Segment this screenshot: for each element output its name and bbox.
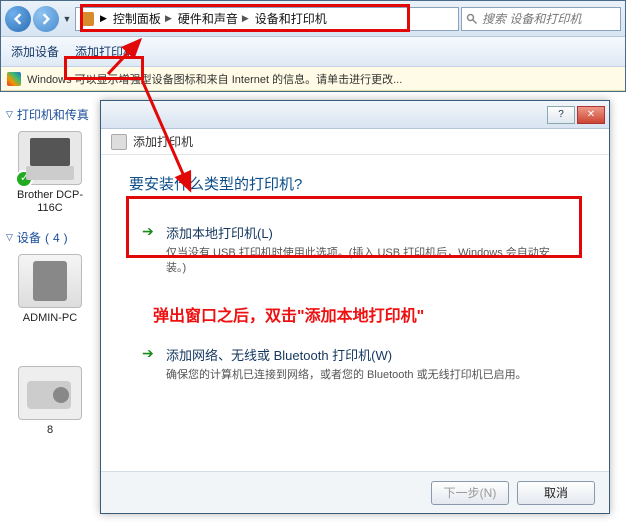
category-label: 设备 <box>17 229 41 246</box>
breadcrumb-part[interactable]: 控制面板 ▶ <box>113 10 172 27</box>
search-icon <box>466 13 478 25</box>
device-label: 8 <box>6 424 94 437</box>
info-bar[interactable]: Windows 可以显示增强型设备图标和来自 Internet 的信息。请单击进… <box>1 67 625 91</box>
nav-history-dropdown[interactable]: ▼ <box>61 14 73 24</box>
dialog-title: 添加打印机 <box>133 133 193 150</box>
pc-icon <box>18 254 82 308</box>
device-label: Brother DCP-116C <box>6 189 94 215</box>
device-list-pane: ▽ 打印机和传真 Brother DCP-116C ▽ 设备 (4) ADMIN… <box>0 92 100 522</box>
device-label: ADMIN-PC <box>6 312 94 325</box>
category-printers[interactable]: ▽ 打印机和传真 <box>6 106 94 123</box>
dialog-body: 要安装什么类型的打印机? ➔ 添加本地打印机(L) 仅当没有 USB 打印机时使… <box>101 155 609 406</box>
printer-icon <box>111 134 127 150</box>
help-icon: ? <box>558 109 564 120</box>
breadcrumb-label: 硬件和声音 <box>178 10 238 27</box>
option-description: 仅当没有 USB 打印机时使用此选项。(插入 USB 打印机后，Windows … <box>166 246 568 277</box>
address-bar-row: ▼ ▶ 控制面板 ▶ 硬件和声音 ▶ 设备和打印机 搜索 设备和打印机 <box>1 1 625 37</box>
category-devices[interactable]: ▽ 设备 (4) <box>6 229 94 246</box>
device-item-camera[interactable]: 8 <box>6 366 94 437</box>
arrow-right-icon: ➔ <box>142 345 156 383</box>
breadcrumb-part[interactable]: 硬件和声音 ▶ <box>178 10 249 27</box>
breadcrumb-part[interactable]: 设备和打印机 <box>255 10 327 27</box>
option-title: 添加本地打印机(L) <box>166 223 568 242</box>
control-panel-icon <box>80 12 94 26</box>
dialog-titlebar[interactable]: ? ✕ <box>101 101 609 129</box>
chevron-down-icon: ▼ <box>63 14 72 24</box>
camera-icon <box>18 366 82 420</box>
breadcrumb-label: 设备和打印机 <box>255 10 327 27</box>
arrow-left-icon <box>12 13 24 25</box>
add-device-button[interactable]: 添加设备 <box>11 43 59 60</box>
option-description: 确保您的计算机已连接到网络，或者您的 Bluetooth 或无线打印机已启用。 <box>166 368 527 383</box>
close-icon: ✕ <box>587 109 595 120</box>
shield-icon <box>7 72 21 86</box>
nav-back-button[interactable] <box>5 6 31 32</box>
dialog-footer: 下一步(N) 取消 <box>101 471 609 513</box>
category-count: 4 <box>53 231 60 245</box>
device-item-pc[interactable]: ADMIN-PC <box>6 254 94 325</box>
option-title: 添加网络、无线或 Bluetooth 打印机(W) <box>166 345 527 364</box>
cancel-button[interactable]: 取消 <box>517 481 595 505</box>
info-bar-text: Windows 可以显示增强型设备图标和来自 Internet 的信息。请单击进… <box>27 71 402 87</box>
chevron-right-icon: ▶ <box>242 13 249 24</box>
option-add-local-printer[interactable]: ➔ 添加本地打印机(L) 仅当没有 USB 打印机时使用此选项。(插入 USB … <box>129 212 581 288</box>
arrow-right-icon: ➔ <box>142 223 156 277</box>
breadcrumb-label: 控制面板 <box>113 10 161 27</box>
toolbar: 添加设备 添加打印机 <box>1 37 625 67</box>
button-label: 下一步(N) <box>444 484 497 501</box>
annotation-text: 弹出窗口之后，双击"添加本地打印机" <box>153 302 581 326</box>
chevron-right-icon: ▶ <box>100 13 107 24</box>
breadcrumb[interactable]: ▶ 控制面板 ▶ 硬件和声音 ▶ 设备和打印机 <box>75 7 459 31</box>
add-printer-button[interactable]: 添加打印机 <box>75 43 135 60</box>
nav-forward-button[interactable] <box>33 6 59 32</box>
help-button[interactable]: ? <box>547 106 575 124</box>
category-label: 打印机和传真 <box>17 106 89 123</box>
dialog-heading: 要安装什么类型的打印机? <box>129 173 581 194</box>
chevron-down-icon: ▽ <box>6 109 13 120</box>
close-button[interactable]: ✕ <box>577 106 605 124</box>
device-item-printer[interactable]: Brother DCP-116C <box>6 131 94 215</box>
chevron-down-icon: ▽ <box>6 232 13 243</box>
next-button[interactable]: 下一步(N) <box>431 481 509 505</box>
button-label: 取消 <box>544 484 568 501</box>
option-add-network-printer[interactable]: ➔ 添加网络、无线或 Bluetooth 打印机(W) 确保您的计算机已连接到网… <box>129 334 581 394</box>
status-ok-badge <box>15 170 33 188</box>
add-printer-wizard-dialog: ? ✕ 添加打印机 要安装什么类型的打印机? ➔ 添加本地打印机(L) 仅当没有… <box>100 100 610 514</box>
chevron-right-icon: ▶ <box>165 13 172 24</box>
dialog-header: 添加打印机 <box>101 129 609 155</box>
printer-icon <box>18 131 82 185</box>
arrow-right-icon <box>40 13 52 25</box>
search-placeholder: 搜索 设备和打印机 <box>482 10 581 27</box>
search-input[interactable]: 搜索 设备和打印机 <box>461 7 621 31</box>
